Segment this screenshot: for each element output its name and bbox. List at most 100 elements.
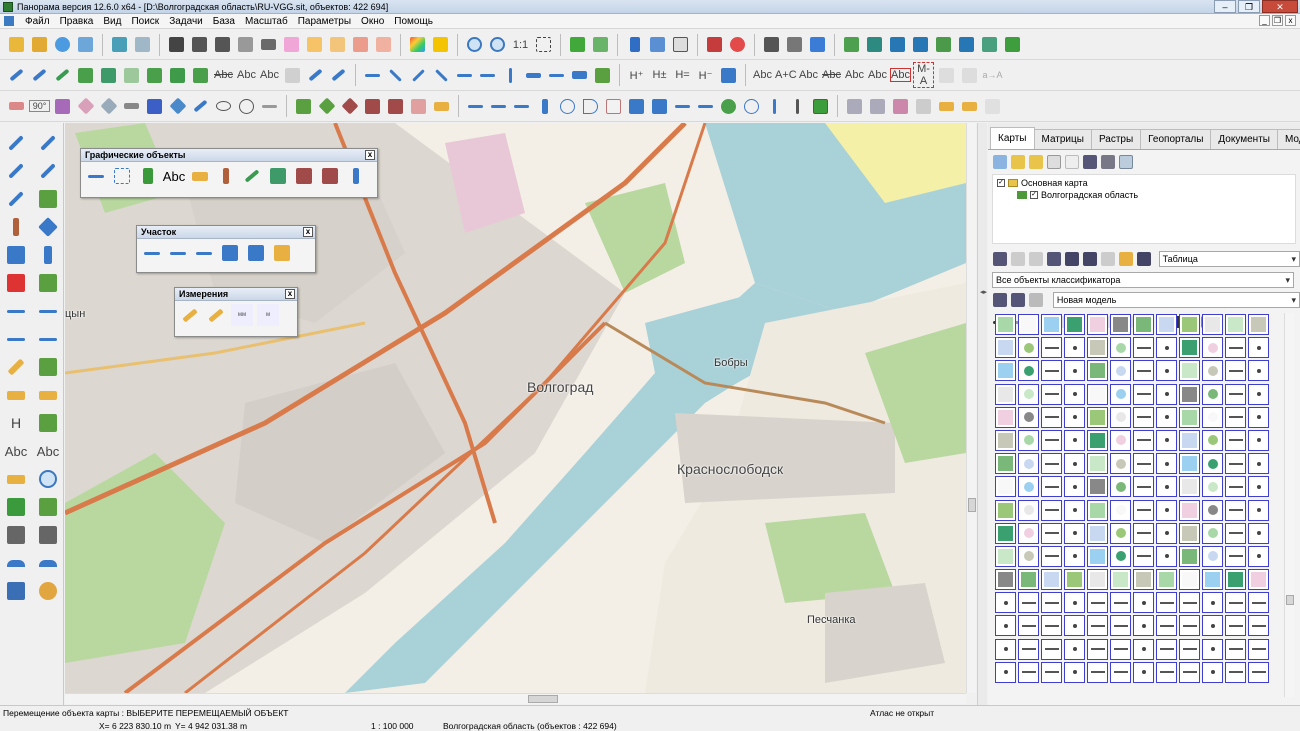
search-text-button[interactable] <box>189 33 210 57</box>
classifier-symbol[interactable] <box>1225 615 1246 637</box>
cut-area-button[interactable] <box>910 33 931 57</box>
node-list-button[interactable] <box>569 63 590 87</box>
arc-button[interactable] <box>580 94 601 118</box>
classifier-symbol[interactable] <box>1156 383 1177 405</box>
classifier-symbol[interactable] <box>1087 661 1108 683</box>
classifier-symbol[interactable] <box>1110 592 1131 614</box>
info-window-button[interactable] <box>647 33 668 57</box>
classifier-symbol[interactable] <box>1225 592 1246 614</box>
classifier-symbol[interactable] <box>1018 661 1039 683</box>
classifier-symbol[interactable] <box>1018 406 1039 428</box>
pen-line-button[interactable] <box>305 63 326 87</box>
classifier-symbol[interactable] <box>1087 314 1108 335</box>
open-map-button[interactable] <box>6 33 27 57</box>
stairs-2-button[interactable] <box>36 523 60 547</box>
node-add-button[interactable] <box>4 299 28 323</box>
plot-polygon-button[interactable] <box>271 242 293 264</box>
classifier-symbol[interactable] <box>1087 638 1108 660</box>
classifier-symbol[interactable] <box>1133 453 1154 475</box>
classifier-symbol[interactable] <box>1179 314 1200 335</box>
pen-node-button[interactable] <box>190 94 211 118</box>
classifier-symbol[interactable] <box>1202 545 1223 567</box>
symbols-scroll-thumb[interactable] <box>1286 595 1294 605</box>
vertex-arrow-button[interactable] <box>511 94 532 118</box>
classifier-symbol[interactable] <box>1064 545 1085 567</box>
vertex-cross-button[interactable] <box>488 94 509 118</box>
classifier-symbol[interactable] <box>1156 453 1177 475</box>
draw-line-button[interactable] <box>6 63 27 87</box>
objects-filter-select[interactable]: Все объекты классификатора <box>992 272 1294 288</box>
area-tool-2-button[interactable] <box>36 495 60 519</box>
stairs-button[interactable] <box>4 523 28 547</box>
classifier-symbol[interactable] <box>995 360 1016 382</box>
classifier-symbol[interactable] <box>1018 545 1039 567</box>
classifier-symbol[interactable] <box>995 569 1016 591</box>
node-label-button[interactable] <box>477 63 498 87</box>
classifier-symbol[interactable] <box>1041 406 1062 428</box>
plot-line-button[interactable] <box>141 242 163 264</box>
classifier-symbol[interactable] <box>995 453 1016 475</box>
tab-geoportals[interactable]: Геопорталы <box>1140 129 1212 149</box>
print-button[interactable] <box>761 33 782 57</box>
classifier-symbol[interactable] <box>1087 360 1108 382</box>
classifier-symbol[interactable] <box>1110 638 1131 660</box>
height-plus-button[interactable]: H⁺ <box>626 63 647 87</box>
classifier-symbol[interactable] <box>1202 314 1223 335</box>
graphic-rect-button[interactable] <box>111 165 133 187</box>
model-2-icon[interactable] <box>1010 293 1025 307</box>
classifier-symbol[interactable] <box>1087 545 1108 567</box>
classifier-symbol[interactable] <box>1225 453 1246 475</box>
classifier-symbol[interactable] <box>1018 337 1039 359</box>
graphic-area-3-button[interactable] <box>319 165 341 187</box>
measure-m-button[interactable]: м <box>257 304 279 326</box>
classifier-symbol[interactable] <box>1018 314 1039 335</box>
text-button[interactable]: Abc <box>752 63 773 87</box>
tube-rotate-button[interactable] <box>959 94 980 118</box>
classifier-symbol[interactable] <box>1225 360 1246 382</box>
classifier-symbol[interactable] <box>1133 545 1154 567</box>
classifier-symbol[interactable] <box>995 314 1016 335</box>
classifier-symbol[interactable] <box>1133 569 1154 591</box>
obj-delete-button[interactable] <box>293 94 314 118</box>
classifier-symbol[interactable] <box>1087 337 1108 359</box>
classifier-symbol[interactable] <box>1179 522 1200 544</box>
ruler-tool-button[interactable] <box>4 355 28 379</box>
plot-curve-button[interactable] <box>167 242 189 264</box>
semantics-button[interactable] <box>670 33 691 57</box>
classifier-symbol[interactable] <box>1018 592 1039 614</box>
locate-button[interactable] <box>727 33 748 57</box>
classifier-symbol[interactable] <box>1133 360 1154 382</box>
settings-button[interactable] <box>36 579 60 603</box>
classifier-symbol[interactable] <box>1156 592 1177 614</box>
tree-region-checkbox[interactable]: ✓ <box>1030 191 1038 199</box>
curve-button[interactable] <box>259 94 280 118</box>
classifier-symbol[interactable] <box>1133 476 1154 498</box>
classifier-symbol[interactable] <box>1248 383 1269 405</box>
cut-tool-button[interactable] <box>4 243 28 267</box>
node-arrow-tool-button[interactable] <box>36 299 60 323</box>
classifier-symbol[interactable] <box>1202 499 1223 521</box>
text-delete-button[interactable]: Abc <box>821 63 842 87</box>
undo-button[interactable] <box>4 551 28 575</box>
angle-tool-button[interactable] <box>764 94 785 118</box>
obj-frame-2-button[interactable] <box>385 94 406 118</box>
classifier-symbol[interactable] <box>995 383 1016 405</box>
text-curve-button[interactable]: Abc <box>259 63 280 87</box>
classifier-symbol[interactable] <box>1064 360 1085 382</box>
view-mode-select[interactable]: Таблица <box>1158 251 1300 267</box>
text-frame-2-button[interactable]: M-A <box>913 62 934 88</box>
classifier-symbol[interactable] <box>1179 615 1200 637</box>
copy-area-button[interactable] <box>121 63 142 87</box>
tab-matrices[interactable]: Матрицы <box>1033 129 1092 149</box>
paint-button[interactable] <box>626 94 647 118</box>
mdi-minimize-button[interactable]: _ <box>1259 15 1270 26</box>
classifier-symbol[interactable] <box>1248 314 1269 335</box>
tree-4-button[interactable] <box>913 94 934 118</box>
classifier-symbol[interactable] <box>1110 406 1131 428</box>
classifier-symbol[interactable] <box>1179 453 1200 475</box>
classifier-symbol[interactable] <box>1179 545 1200 567</box>
classifier-symbol[interactable] <box>1133 615 1154 637</box>
chevron-right-button[interactable] <box>534 94 555 118</box>
tube-tool-button[interactable] <box>4 383 28 407</box>
classifier-symbol[interactable] <box>1110 522 1131 544</box>
